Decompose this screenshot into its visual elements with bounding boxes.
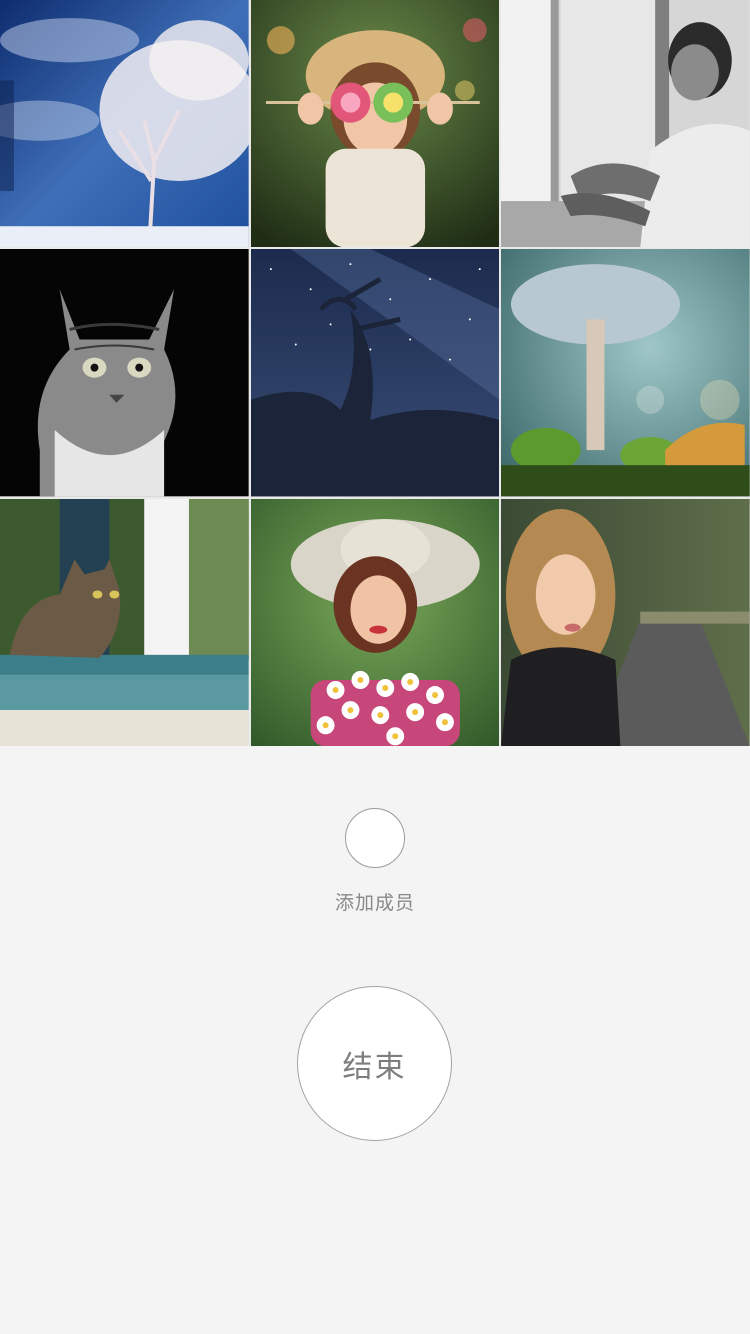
photo-tile-cat-portrait[interactable] [0, 249, 249, 497]
add-member-button[interactable] [345, 808, 405, 868]
woman-with-hat-and-flowers-photo [250, 498, 500, 746]
man-by-window-photo [501, 0, 750, 248]
add-member-label: 添加成员 [334, 892, 415, 914]
mushroom-macro-photo [501, 249, 750, 497]
photo-tile-cat-window[interactable] [0, 498, 249, 746]
photo-tile-starry-tree[interactable] [250, 249, 500, 497]
cat-on-window-sill-photo [0, 498, 249, 746]
photo-tile-girl-lollipops[interactable] [250, 0, 500, 248]
photo-tile-woman-road[interactable] [501, 498, 750, 746]
photo-tile-man-window[interactable] [501, 0, 750, 248]
end-button[interactable]: 结束 [297, 986, 452, 1141]
starry-night-tree-photo [250, 249, 500, 497]
snowy-tree-photo [0, 0, 249, 248]
add-member-section: 添加成员 [0, 808, 750, 915]
photo-grid [0, 0, 750, 746]
end-button-label: 结束 [342, 1049, 407, 1085]
photo-tile-mushroom[interactable] [501, 249, 750, 497]
photo-tile-woman-hat[interactable] [250, 498, 500, 746]
woman-on-road-photo [501, 498, 750, 746]
girl-with-lollipops-photo [250, 0, 500, 248]
tabby-cat-portrait-photo [0, 249, 249, 497]
photo-tile-snowy-tree[interactable] [0, 0, 249, 248]
